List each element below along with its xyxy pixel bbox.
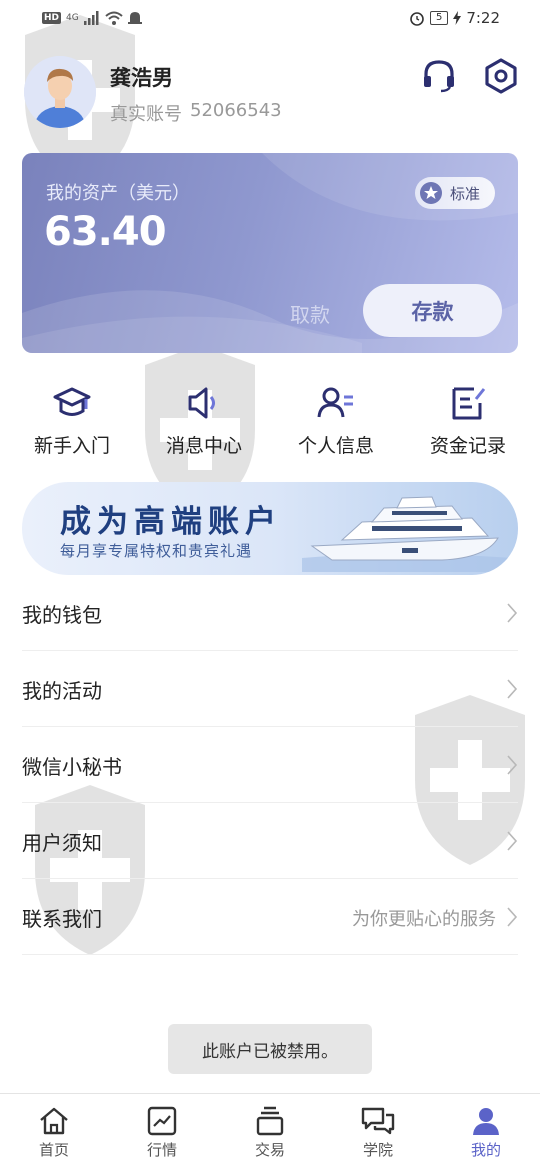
stack-icon — [256, 1106, 284, 1136]
quick-action-label: 个人信息 — [297, 435, 374, 457]
menu-item-contact-us[interactable]: 联系我们 为你更贴心的服务 — [22, 879, 518, 955]
user-name: 龚浩男 — [110, 66, 173, 90]
nav-item-academy[interactable]: 学院 — [324, 1094, 432, 1170]
status-right: 5 7:22 — [409, 9, 500, 27]
menu-item-hint: 为你更贴心的服务 — [352, 909, 496, 930]
wifi-icon — [105, 11, 123, 25]
nav-item-mine[interactable]: 我的 — [432, 1094, 540, 1170]
nav-label: 交易 — [254, 1141, 285, 1159]
graduation-cap-icon — [53, 387, 91, 416]
alarm-icon — [410, 12, 424, 26]
asset-value: 63.40 — [44, 209, 167, 255]
signal-icon — [83, 11, 99, 25]
nav-item-home[interactable]: 首页 — [0, 1094, 108, 1170]
chevron-right-icon — [507, 603, 518, 623]
menu-item-label: 联系我们 — [22, 907, 102, 931]
withdraw-button[interactable]: 取款 — [290, 299, 330, 328]
quick-action-messages[interactable]: 消息中心 — [144, 385, 264, 465]
chevron-right-icon — [507, 755, 518, 775]
charging-icon — [453, 11, 462, 25]
banner-title: 成为高端账户 — [60, 504, 282, 540]
yacht-icon — [302, 496, 512, 572]
quick-action-beginner[interactable]: 新手入门 — [12, 385, 132, 465]
menu-item-activities[interactable]: 我的活动 — [22, 651, 518, 727]
note-edit-icon — [452, 387, 486, 420]
quick-action-label: 消息中心 — [165, 435, 242, 457]
toast-message: 此账户已被禁用。 — [168, 1024, 372, 1074]
headset-icon — [424, 60, 454, 93]
hd-badge: HD — [42, 12, 62, 24]
customer-support-button[interactable] — [420, 57, 458, 95]
user-icon — [473, 1108, 499, 1135]
menu-item-user-notice[interactable]: 用户须知 — [22, 803, 518, 879]
quick-action-profile[interactable]: 个人信息 — [276, 385, 396, 465]
account-label: 真实账号 — [110, 104, 182, 125]
home-icon — [40, 1107, 68, 1135]
nav-item-market[interactable]: 行情 — [108, 1094, 216, 1170]
person-card-icon — [317, 387, 353, 418]
nav-label: 学院 — [362, 1141, 393, 1159]
nav-item-trade[interactable]: 交易 — [216, 1094, 324, 1170]
nav-label: 行情 — [146, 1141, 177, 1159]
deposit-button[interactable]: 存款 — [363, 284, 502, 337]
settings-button[interactable] — [482, 57, 520, 95]
notification-bell-icon — [127, 12, 142, 24]
star-medal-icon — [420, 182, 442, 204]
nav-label: 我的 — [470, 1141, 501, 1159]
asset-card: 我的资产（美元） 63.40 标准 取款 存款 — [22, 153, 518, 353]
account-level-badge[interactable]: 标准 — [415, 177, 495, 209]
status-bar: HD 4G 5 7:22 — [0, 0, 540, 40]
quick-action-label: 资金记录 — [429, 435, 506, 457]
chart-icon — [147, 1106, 177, 1136]
clock-time: 7:22 — [466, 9, 500, 27]
menu-item-label: 我的活动 — [22, 679, 102, 703]
status-left: HD 4G — [42, 10, 142, 26]
menu-item-label: 我的钱包 — [22, 603, 102, 627]
chat-bubbles-icon — [361, 1107, 395, 1135]
menu-item-wechat-assistant[interactable]: 微信小秘书 — [22, 727, 518, 803]
avatar-person-icon — [24, 56, 96, 128]
level-badge-label: 标准 — [450, 184, 481, 203]
network-badge: 4G — [66, 13, 79, 23]
avatar[interactable] — [24, 56, 96, 128]
chevron-right-icon — [507, 831, 518, 851]
bottom-nav: 首页 行情 交易 学院 我的 — [0, 1093, 540, 1170]
premium-account-banner[interactable]: 成为高端账户 每月享专属特权和贵宾礼遇 — [22, 482, 518, 575]
menu-item-wallet[interactable]: 我的钱包 — [22, 575, 518, 651]
chevron-right-icon — [507, 907, 518, 927]
account-number: 52066543 — [190, 100, 282, 121]
quick-action-fund-records[interactable]: 资金记录 — [408, 385, 528, 465]
battery-indicator: 5 — [429, 11, 449, 25]
banner-subtitle: 每月享专属特权和贵宾礼遇 — [60, 542, 253, 560]
asset-label: 我的资产（美元） — [46, 183, 190, 204]
settings-hex-icon — [485, 58, 517, 94]
speaker-icon — [188, 387, 215, 419]
menu-item-label: 用户须知 — [22, 831, 102, 855]
quick-action-label: 新手入门 — [33, 435, 110, 457]
chevron-right-icon — [507, 679, 518, 699]
nav-label: 首页 — [38, 1141, 69, 1159]
account-row: 真实账号 52066543 — [110, 100, 282, 126]
menu-item-label: 微信小秘书 — [22, 755, 122, 779]
